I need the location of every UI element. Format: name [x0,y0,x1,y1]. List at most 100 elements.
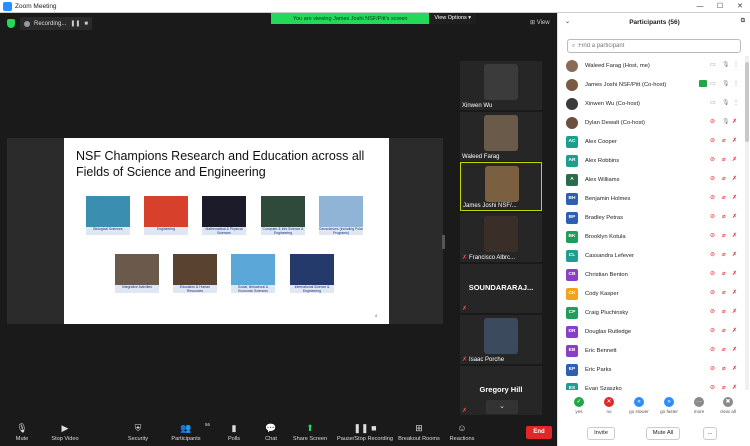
scrollbar-thumb[interactable] [745,62,749,142]
camera-off-icon: ✗ [732,157,738,163]
close-button[interactable]: ✕ [730,0,750,13]
stop-video-button[interactable]: ▶ Stop Video [48,422,82,442]
reaction-label: yes [575,409,583,414]
shared-screen: NSF Champions Research and Education acr… [7,138,443,324]
reaction-clear-all-button[interactable]: ✖ clear all [714,396,742,414]
reaction-label: no [606,409,612,414]
zoom-app-icon [3,1,12,11]
participant-row[interactable]: DR Douglas Rutledge ⊘ ⌀ ✗ [558,322,744,341]
view-options-button[interactable]: View Options ▾ [429,13,476,24]
view-button[interactable]: ⊞ View [530,19,550,26]
splitter-handle[interactable] [442,235,445,249]
camera-off-icon: ✗ [732,271,738,277]
video-on-icon: ▭ [710,81,716,87]
reaction-yes-button[interactable]: ✓ yes [565,396,593,414]
participant-row[interactable]: CK Cody Kasper ⊘ ⌀ ✗ [558,284,744,303]
video-tile[interactable]: SOUNDARARAJ... ✗ [460,264,542,313]
participant-search[interactable]: ⌕ [567,39,741,53]
video-tile[interactable]: ✗ Francisco Albrc... [460,213,542,262]
participant-row[interactable]: Xinwen Wu (Co-host) ▭ 🎙 ⋮ [558,94,744,113]
camera-off-icon: ✗ [732,366,738,372]
camera-off-icon: ✗ [732,347,738,353]
video-tile[interactable]: ✗ Isaac Porche [460,315,542,364]
camera-off-icon: ✗ [732,290,738,296]
video-tile-name-text: Xinwen Wu [462,103,493,109]
reaction-more-button[interactable]: ··· more [685,396,713,414]
reaction-go-faster-button[interactable]: » go faster [655,396,683,414]
maximize-button[interactable]: ☐ [710,0,730,13]
video-off-icon: ⊘ [710,195,716,201]
participant-row[interactable]: AR Alex Robbins ⊘ ⌀ ✗ [558,151,744,170]
avatar: BK [566,230,578,243]
security-button[interactable]: ⛨ Security [124,422,152,442]
pause-stop-recording-button[interactable]: ❚❚ ■ Pause/Stop Recording [336,422,394,442]
share-screen-button[interactable]: ⬆ Share Screen [292,422,328,442]
video-tile-name-text: Francisco Albrc... [469,254,516,261]
muted-mic-icon: ⌀ [722,290,726,296]
panel-menu-chevron-icon[interactable]: ⌄ [565,18,570,25]
polls-icon: ▮ [231,423,237,433]
avatar: DR [566,325,578,338]
participant-name: Dylan Dewalt (Co-host) [585,119,645,126]
invite-button[interactable]: Invite [587,427,615,440]
polls-button[interactable]: ▮ Polls [224,422,244,442]
row-more-icon[interactable]: ⋮ [733,61,739,69]
participants-button[interactable]: 👥 56 Participants [168,422,210,442]
video-tile[interactable]: Xinwen Wu [460,61,542,110]
more-options-button[interactable]: ... [703,427,717,440]
avatar [566,78,578,91]
participants-icon: 👥 [180,423,192,433]
row-more-icon[interactable]: ⋮ [733,99,739,107]
participant-row[interactable]: Waleed Farag (Host, me) ▭ 🎙 ⋮ [558,56,744,75]
row-more-icon[interactable]: ⋮ [733,80,739,88]
slide-tile-caption: Geosciences (including Polar Programs) [319,227,363,235]
participant-row[interactable]: BK Brooklyn Kotula ⊘ ⌀ ✗ [558,227,744,246]
end-meeting-button[interactable]: End [526,426,552,439]
slide-tile: Biological Sciences [86,196,130,235]
video-tile[interactable]: Waleed Farag [460,112,542,161]
participant-row[interactable]: Dylan Dewalt (Co-host) ⊘ 🎙 ✗ [558,113,744,132]
participant-list-scrollbar[interactable] [745,56,749,390]
microphone-icon: 🎙 [16,423,28,433]
strip-scroll-down-button[interactable]: ⌄ [486,400,518,414]
participant-row[interactable]: CP Craig Pluchinsky ⊘ ⌀ ✗ [558,303,744,322]
participant-name: Cody Kasper [585,290,619,297]
video-off-icon: ⊘ [710,385,716,390]
encryption-shield-icon[interactable] [7,19,15,28]
participant-list[interactable]: Waleed Farag (Host, me) ▭ 🎙 ⋮ James Joshi NS… [558,56,744,390]
breakout-rooms-button[interactable]: ⊞ Breakout Rooms [396,422,442,442]
participant-name: Bradley Petras [585,214,624,221]
participant-row[interactable]: CB Christian Benton ⊘ ⌀ ✗ [558,265,744,284]
participant-name: Waleed Farag (Host, me) [585,62,650,69]
video-off-icon: ⊘ [710,328,716,334]
participant-row[interactable]: James Joshi NSF/Pitt (Co-host) ▭ 🎙 ⋮ [558,75,744,94]
participant-name: Christian Benton [585,271,628,278]
participant-row[interactable]: AC Alex Cooper ⊘ ⌀ ✗ [558,132,744,151]
slide-tile: Education & Human Resources [173,254,217,293]
video-tile[interactable]: James Joshi NSF/... [460,162,542,211]
participant-row[interactable]: EP Eric Parks ⊘ ⌀ ✗ [558,360,744,379]
video-off-icon: ⊘ [710,119,716,125]
participant-row[interactable]: BP Bradley Petras ⊘ ⌀ ✗ [558,208,744,227]
mute-button[interactable]: 🎙 Mute [8,422,36,442]
reaction-go-slower-button[interactable]: « go slower [625,396,653,414]
stop-recording-button[interactable]: ■ [84,21,88,27]
reactions-button[interactable]: ☺ Reactions [448,422,476,442]
reaction-label: go slower [629,409,649,414]
participant-row[interactable]: ES Evan Szaszko ⊘ ⌀ ✗ [558,379,744,390]
participant-row[interactable]: EB Eric Bennett ⊘ ⌀ ✗ [558,341,744,360]
participant-row[interactable]: BH Benjamin Holmes ⊘ ⌀ ✗ [558,189,744,208]
chat-button[interactable]: 💬 Chat [262,422,280,442]
popout-icon[interactable]: ⧉ [741,18,745,25]
participant-search-input[interactable] [578,43,729,49]
slide-tile: International Science & Engineering [290,254,334,293]
mic-on-icon: 🎙 [722,119,730,125]
participant-row[interactable]: CL Cassandra Lefever ⊘ ⌀ ✗ [558,246,744,265]
video-off-icon: ⊘ [710,271,716,277]
pause-recording-button[interactable]: ❚❚ [70,20,80,27]
slide-tile-image [173,254,217,285]
reaction-no-button[interactable]: ✕ no [595,396,623,414]
minimize-button[interactable]: — [690,0,710,13]
mute-all-button[interactable]: Mute All [646,427,680,440]
participant-row[interactable]: A Alex Williams ⊘ ⌀ ✗ [558,170,744,189]
